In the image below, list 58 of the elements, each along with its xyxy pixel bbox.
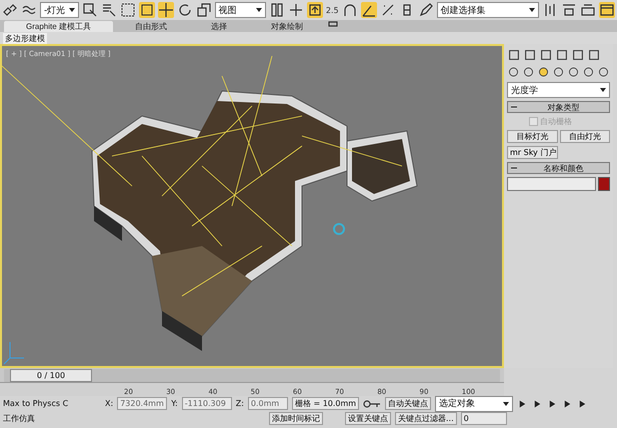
prompt-text: 工作仿真 xyxy=(3,413,36,424)
x-label: X: xyxy=(105,399,114,408)
minus-icon[interactable] xyxy=(511,104,517,110)
caret-icon[interactable] xyxy=(503,402,510,406)
ribbon-panel-label[interactable]: 多边形建模 xyxy=(3,32,47,44)
move-icon[interactable] xyxy=(158,2,174,18)
ribbon-tab[interactable]: 选择 xyxy=(188,21,249,32)
time-slider-thumb[interactable]: 0 / 100 xyxy=(10,368,92,382)
axis-gizmo-icon xyxy=(4,342,24,364)
window-select-icon[interactable] xyxy=(138,2,155,18)
reference-dropdown[interactable]: 视图 xyxy=(214,2,266,18)
x-field[interactable]: 7320.4mm xyxy=(117,397,168,410)
rotate-icon[interactable] xyxy=(176,2,193,18)
y-field[interactable]: -1110.309 xyxy=(182,397,232,410)
ribbon-tab[interactable]: Graphite 建模工具 xyxy=(4,21,113,32)
scale-icon[interactable] xyxy=(196,2,212,18)
pivot-icon[interactable] xyxy=(288,2,304,18)
key-mode-dropdown[interactable]: 选定对象 xyxy=(435,396,514,412)
time-slider-track[interactable]: 0 / 100 xyxy=(4,368,500,382)
sky-portal-button[interactable]: mr Sky 门户 xyxy=(507,146,558,159)
ribbon-tab[interactable]: 对象绘制 xyxy=(248,21,325,32)
current-frame-field[interactable]: 0 xyxy=(460,412,507,425)
z-field[interactable]: 0.0mm xyxy=(248,397,288,410)
auto-key-button[interactable]: 自动关键点 xyxy=(385,397,432,410)
caret-icon[interactable] xyxy=(600,88,606,92)
rollout-header[interactable]: 名称和颜色 xyxy=(507,162,610,174)
caret-icon[interactable] xyxy=(256,8,262,12)
rollout-header[interactable]: 对象类型 xyxy=(507,101,610,113)
free-light-button[interactable]: 自由灯光 xyxy=(560,130,610,143)
grid-readout: 栅格 = 10.0mm xyxy=(292,397,360,410)
color-swatch[interactable] xyxy=(598,177,610,191)
list-cursor-icon[interactable] xyxy=(100,2,117,18)
sphere-icon[interactable] xyxy=(507,65,520,79)
selection-set-dropdown[interactable]: 创建选择集 xyxy=(436,2,539,18)
filter-dropdown[interactable]: -灯光 xyxy=(40,2,79,18)
chain-icon[interactable] xyxy=(2,2,18,18)
y-label: Y: xyxy=(171,399,178,408)
key-icon[interactable] xyxy=(363,398,382,410)
caret-icon[interactable] xyxy=(68,8,75,12)
dashed-square-icon[interactable] xyxy=(120,2,136,18)
script-listener-text: Max to Physcs C xyxy=(3,399,70,408)
auto-grid-label: 自动栅格 xyxy=(540,116,572,127)
snap-label[interactable]: 2.5 xyxy=(326,6,339,14)
pencil-icon[interactable] xyxy=(418,2,434,18)
select-cursor-icon[interactable] xyxy=(82,2,98,18)
angle-snap-icon[interactable] xyxy=(360,2,377,18)
ribbon-tab[interactable]: 自由形式 xyxy=(112,21,189,32)
z-label: Z: xyxy=(236,399,244,408)
target-light-button[interactable]: 目标灯光 xyxy=(507,130,558,143)
caret-icon[interactable] xyxy=(529,8,535,12)
window-icon[interactable] xyxy=(599,2,615,18)
upload-icon[interactable] xyxy=(306,2,323,18)
minus-icon[interactable] xyxy=(511,165,517,171)
key-filters-button[interactable]: 关键点过滤器... xyxy=(395,412,457,425)
category-dropdown[interactable]: 光度学 xyxy=(507,82,610,98)
add-time-tag-button[interactable]: 添加时间标记 xyxy=(269,412,323,425)
object-name-field[interactable] xyxy=(507,177,596,191)
set-key-button[interactable]: 设置关键点 xyxy=(345,412,391,425)
